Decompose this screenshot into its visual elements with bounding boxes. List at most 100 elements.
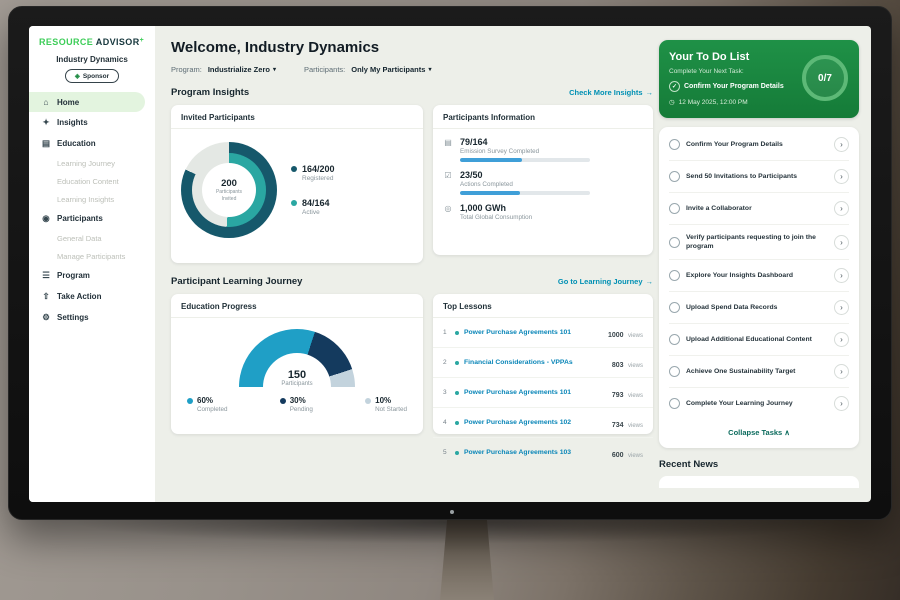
task-chevron[interactable]: › — [834, 268, 849, 283]
card-title: Top Lessons — [433, 294, 653, 318]
participants-filter-dropdown[interactable]: Only My Participants ▾ — [351, 65, 431, 74]
lesson-views: 600 — [612, 452, 624, 459]
lesson-row[interactable]: 1 Power Purchase Agreements 101 1000 vie… — [433, 318, 653, 348]
legend-dot — [291, 166, 297, 172]
views-suffix: views — [628, 423, 643, 429]
task-label: Upload Spend Data Records — [686, 303, 828, 312]
lesson-views: 734 — [612, 422, 624, 429]
lesson-bullet — [455, 331, 459, 335]
task-checkbox[interactable] — [669, 270, 680, 281]
sidebar-item-label: Participants — [57, 214, 103, 223]
task-chevron[interactable]: › — [834, 169, 849, 184]
lesson-rank: 5 — [443, 449, 450, 456]
sidebar-item-home[interactable]: ⌂ Home — [29, 92, 145, 112]
stat-value: 79/164 — [460, 137, 590, 147]
sidebar-item-manage-participants[interactable]: Manage Participants — [29, 247, 155, 265]
lesson-link[interactable]: Power Purchase Agreements 101 — [464, 389, 607, 396]
pin-icon: ◎ — [443, 204, 453, 224]
recent-news-title: Recent News — [659, 459, 859, 470]
task-row-upload-spend-data[interactable]: Upload Spend Data Records › — [669, 292, 849, 324]
logo-plus: + — [140, 37, 145, 44]
sidebar-item-learning-journey[interactable]: Learning Journey — [29, 154, 155, 172]
todo-next-task-label: Confirm Your Program Details — [684, 83, 784, 90]
task-row-explore-insights[interactable]: Explore Your Insights Dashboard › — [669, 260, 849, 292]
lesson-link[interactable]: Power Purchase Agreements 103 — [464, 449, 607, 456]
participants-filter-label: Participants: — [304, 65, 345, 74]
card-title: Participants Information — [433, 105, 653, 129]
chevron-right-icon: › — [840, 271, 843, 280]
task-checkbox[interactable] — [669, 398, 680, 409]
program-filter-dropdown[interactable]: Industrialize Zero ▾ — [208, 65, 276, 74]
sidebar-item-program[interactable]: ☰ Program — [29, 265, 155, 286]
sponsor-label: Sponsor — [83, 73, 109, 80]
sidebar-item-settings[interactable]: ⚙ Settings — [29, 307, 155, 328]
task-chevron[interactable]: › — [834, 201, 849, 216]
lesson-link[interactable]: Power Purchase Agreements 101 — [464, 329, 603, 336]
task-checkbox[interactable] — [669, 139, 680, 150]
task-row-confirm-program[interactable]: Confirm Your Program Details › — [669, 129, 849, 161]
legend-dot — [365, 398, 371, 404]
stat-value: 23/50 — [460, 170, 590, 180]
task-checkbox[interactable] — [669, 171, 680, 182]
sidebar-item-insights[interactable]: ✦ Insights — [29, 112, 155, 133]
lesson-views: 803 — [612, 362, 624, 369]
stat-label: Actions Completed — [460, 181, 590, 188]
top-lessons-card: Top Lessons 1 Power Purchase Agreements … — [433, 294, 653, 434]
lesson-row[interactable]: 2 Financial Considerations - VPPAs 803 v… — [433, 348, 653, 378]
gauge-center-value: 150 — [239, 369, 355, 381]
power-led — [450, 510, 454, 514]
lesson-row[interactable]: 5 Power Purchase Agreements 103 600 view… — [433, 438, 653, 467]
task-chevron[interactable]: › — [834, 235, 849, 250]
task-label: Send 50 Invitations to Participants — [686, 172, 828, 181]
lesson-link[interactable]: Power Purchase Agreements 102 — [464, 419, 607, 426]
task-label: Upload Additional Educational Content — [686, 335, 828, 344]
legend-label: Not Started — [375, 406, 407, 413]
lesson-row[interactable]: 4 Power Purchase Agreements 102 734 view… — [433, 408, 653, 438]
task-checkbox[interactable] — [669, 203, 680, 214]
check-more-insights-link[interactable]: Check More Insights → — [569, 88, 653, 97]
task-row-invite-collaborator[interactable]: Invite a Collaborator › — [669, 193, 849, 225]
chevron-right-icon: › — [840, 335, 843, 344]
legend-registered: 164/200 Registered — [291, 164, 335, 182]
views-suffix: views — [628, 453, 643, 459]
lesson-row[interactable]: 3 Power Purchase Agreements 101 793 view… — [433, 378, 653, 408]
list-icon: ☰ — [41, 270, 51, 281]
sidebar-item-take-action[interactable]: ⇧ Take Action — [29, 286, 155, 307]
task-checkbox[interactable] — [669, 237, 680, 248]
task-checkbox[interactable] — [669, 334, 680, 345]
sidebar-item-label: Take Action — [57, 292, 101, 301]
legend-label: Active — [302, 209, 330, 216]
task-chevron[interactable]: › — [834, 300, 849, 315]
legend-not-started: 10% Not Started — [365, 396, 407, 413]
task-row-achieve-target[interactable]: Achieve One Sustainability Target › — [669, 356, 849, 388]
task-row-complete-learning-journey[interactable]: Complete Your Learning Journey › — [669, 388, 849, 419]
task-chevron[interactable]: › — [834, 332, 849, 347]
sidebar-item-label: Settings — [57, 313, 89, 322]
task-list-card: Confirm Your Program Details › Send 50 I… — [659, 127, 859, 448]
task-row-send-invitations[interactable]: Send 50 Invitations to Participants › — [669, 161, 849, 193]
sidebar-item-learning-insights[interactable]: Learning Insights — [29, 190, 155, 208]
task-chevron[interactable]: › — [834, 364, 849, 379]
task-checkbox[interactable] — [669, 366, 680, 377]
todo-next-task[interactable]: ✓ Confirm Your Program Details — [669, 81, 807, 92]
lesson-link[interactable]: Financial Considerations - VPPAs — [464, 359, 607, 366]
main-content: Welcome, Industry Dynamics Program: Indu… — [155, 26, 653, 502]
task-chevron[interactable]: › — [834, 137, 849, 152]
task-row-upload-educational-content[interactable]: Upload Additional Educational Content › — [669, 324, 849, 356]
sidebar-item-participants[interactable]: ◉ Participants — [29, 208, 155, 229]
chevron-down-icon: ▾ — [428, 66, 431, 73]
collapse-tasks-link[interactable]: Collapse Tasks ∧ — [669, 419, 849, 446]
home-icon: ⌂ — [41, 97, 51, 107]
task-chevron[interactable]: › — [834, 396, 849, 411]
participants-information-card: Participants Information ▤ 79/164 Emissi… — [433, 105, 653, 255]
sidebar-item-education[interactable]: ▤ Education — [29, 133, 155, 154]
sidebar-item-label: Education — [57, 139, 96, 148]
legend-dot — [187, 398, 193, 404]
go-to-learning-journey-link[interactable]: Go to Learning Journey → — [558, 277, 653, 286]
sidebar-item-general-data[interactable]: General Data — [29, 229, 155, 247]
lesson-views: 1000 — [608, 332, 624, 339]
task-checkbox[interactable] — [669, 302, 680, 313]
sidebar-item-education-content[interactable]: Education Content — [29, 172, 155, 190]
sponsor-badge[interactable]: ◈ Sponsor — [65, 69, 119, 83]
task-row-verify-participants[interactable]: Verify participants requesting to join t… — [669, 225, 849, 260]
